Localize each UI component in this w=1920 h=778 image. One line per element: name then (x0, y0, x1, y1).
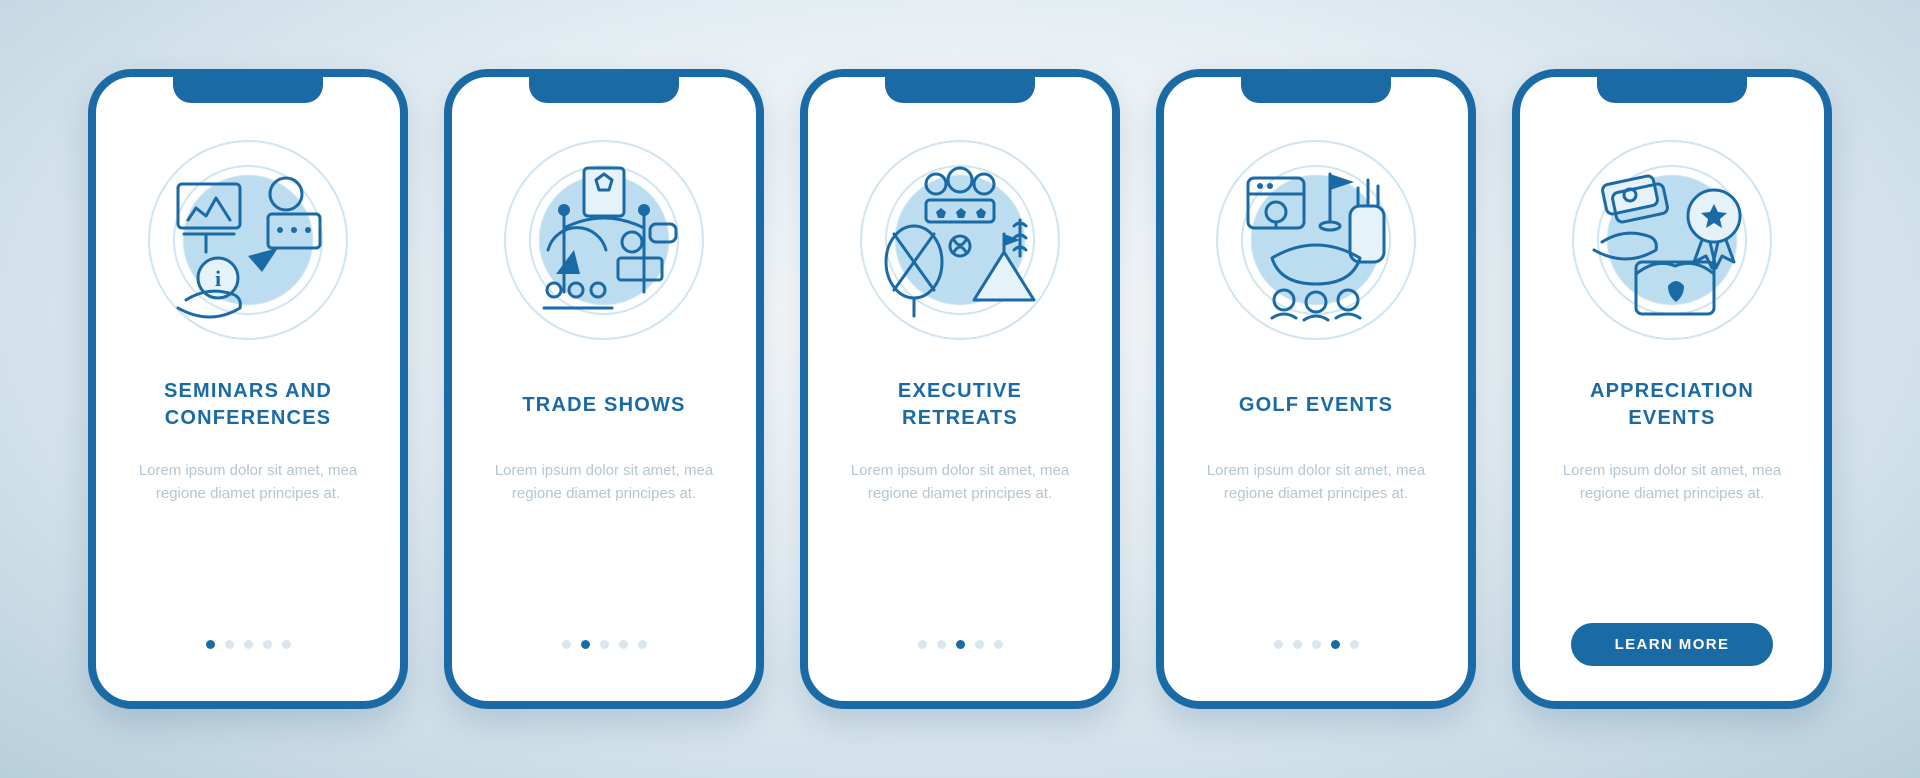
pagination-dot[interactable] (225, 640, 234, 649)
phone-mockup: GOLF EVENTS Lorem ipsum dolor sit amet, m… (1156, 69, 1476, 709)
pagination-dot[interactable] (1312, 640, 1321, 649)
pagination-dot[interactable] (619, 640, 628, 649)
screen-title: APPRECIATION EVENTS (1544, 373, 1800, 437)
pagination-dots (206, 640, 291, 649)
pagination-dot[interactable] (282, 640, 291, 649)
retreats-icon (855, 135, 1065, 345)
pagination-dot[interactable] (956, 640, 965, 649)
pagination-dot[interactable] (994, 640, 1003, 649)
pagination-dot[interactable] (1274, 640, 1283, 649)
onboarding-row: i SEMINARS AND CONFERENCES Lorem ipsum do… (88, 69, 1832, 709)
phone-notch (173, 75, 323, 103)
tradeshow-icon (499, 135, 709, 345)
pagination-dot[interactable] (1331, 640, 1340, 649)
phone-mockup: i SEMINARS AND CONFERENCES Lorem ipsum do… (88, 69, 408, 709)
phone-mockup: EXECUTIVE RETREATS Lorem ipsum dolor sit … (800, 69, 1120, 709)
phone-notch (1241, 75, 1391, 103)
pagination-dot[interactable] (1293, 640, 1302, 649)
screen-description: Lorem ipsum dolor sit amet, mea regione … (832, 459, 1088, 529)
appreciation-icon (1567, 135, 1777, 345)
screen-title: GOLF EVENTS (1231, 373, 1401, 437)
phone-notch (885, 75, 1035, 103)
screen-bottom: LEARN MORE (1544, 615, 1800, 673)
phone-mockup: APPRECIATION EVENTS Lorem ipsum dolor sit… (1512, 69, 1832, 709)
screen-bottom (476, 615, 732, 673)
pagination-dots (918, 640, 1003, 649)
screen-description: Lorem ipsum dolor sit amet, mea regione … (120, 459, 376, 529)
pagination-dot[interactable] (975, 640, 984, 649)
pagination-dot[interactable] (918, 640, 927, 649)
screen-title: TRADE SHOWS (514, 373, 693, 437)
screen-bottom (1188, 615, 1444, 673)
screen-bottom (120, 615, 376, 673)
pagination-dot[interactable] (937, 640, 946, 649)
pagination-dot[interactable] (638, 640, 647, 649)
pagination-dot[interactable] (600, 640, 609, 649)
pagination-dots (562, 640, 647, 649)
pagination-dots (1274, 640, 1359, 649)
pagination-dot[interactable] (244, 640, 253, 649)
svg-text:i: i (215, 266, 221, 291)
phone-mockup: TRADE SHOWS Lorem ipsum dolor sit amet, m… (444, 69, 764, 709)
learn-more-button[interactable]: LEARN MORE (1571, 623, 1774, 666)
pagination-dot[interactable] (562, 640, 571, 649)
screen-title: EXECUTIVE RETREATS (832, 373, 1088, 437)
golf-icon (1211, 135, 1421, 345)
seminars-icon: i (143, 135, 353, 345)
screen-title: SEMINARS AND CONFERENCES (120, 373, 376, 437)
pagination-dot[interactable] (206, 640, 215, 649)
phone-notch (1597, 75, 1747, 103)
phone-notch (529, 75, 679, 103)
screen-description: Lorem ipsum dolor sit amet, mea regione … (1544, 459, 1800, 529)
screen-description: Lorem ipsum dolor sit amet, mea regione … (1188, 459, 1444, 529)
screen-bottom (832, 615, 1088, 673)
pagination-dot[interactable] (1350, 640, 1359, 649)
pagination-dot[interactable] (263, 640, 272, 649)
pagination-dot[interactable] (581, 640, 590, 649)
screen-description: Lorem ipsum dolor sit amet, mea regione … (476, 459, 732, 529)
